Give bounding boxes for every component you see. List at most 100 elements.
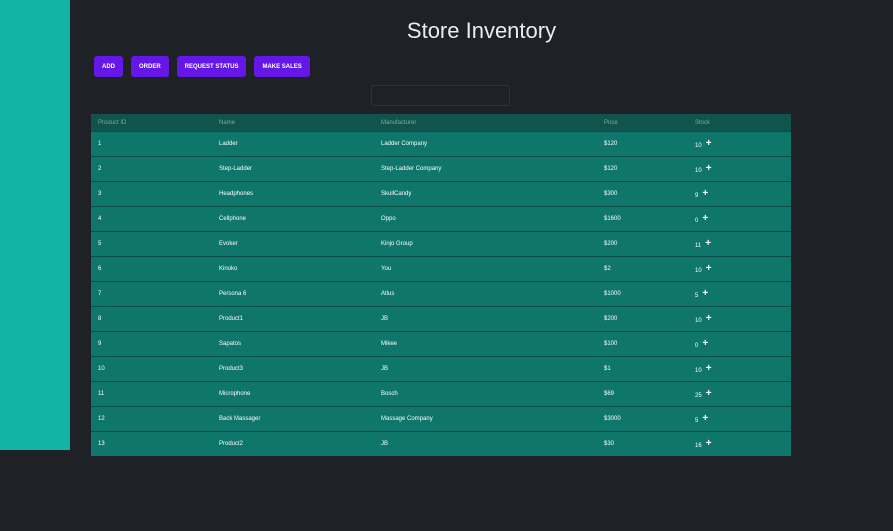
stock-value: 11: [695, 242, 702, 249]
cell-price: $1600: [597, 206, 688, 232]
cell-stock: 0 +: [688, 206, 791, 232]
cell-product-id: 8: [91, 306, 212, 332]
cell-product-id: 6: [91, 256, 212, 282]
table-row: 9 Sapatos Mikee $100 0 +: [91, 331, 791, 357]
plus-icon[interactable]: +: [702, 189, 708, 199]
cell-manufacturer: Bosch: [374, 381, 597, 407]
cell-price: $30: [597, 431, 688, 456]
plus-icon[interactable]: +: [702, 339, 708, 349]
table-row: 7 Persona 6 Atlus $1000 5 +: [91, 281, 791, 307]
search-input[interactable]: [371, 85, 510, 106]
stock-value: 0: [695, 217, 699, 224]
plus-icon[interactable]: +: [706, 314, 712, 324]
cell-price: $100: [597, 331, 688, 357]
cell-stock: 25 +: [688, 381, 791, 407]
cell-price: $120: [597, 156, 688, 182]
plus-icon[interactable]: +: [706, 164, 712, 174]
stock-value: 16: [695, 442, 702, 449]
cell-stock: 11 +: [688, 231, 791, 257]
cell-name: Product1: [212, 306, 374, 332]
table-row: 10 Product3 JB $1 10 +: [91, 356, 791, 382]
inventory-table: Product ID Name Manufacturer Price Stock…: [91, 114, 791, 456]
cell-manufacturer: Massage Company: [374, 406, 597, 432]
cell-manufacturer: JB: [374, 356, 597, 382]
add-button[interactable]: ADD: [94, 56, 123, 77]
stock-value: 10: [695, 167, 702, 174]
cell-product-id: 9: [91, 331, 212, 357]
plus-icon[interactable]: +: [702, 289, 708, 299]
cell-price: $1: [597, 356, 688, 382]
cell-price: $300: [597, 181, 688, 207]
plus-icon[interactable]: +: [702, 414, 708, 424]
stock-value: 25: [695, 392, 702, 399]
cell-price: $200: [597, 306, 688, 332]
cell-name: Cellphone: [212, 206, 374, 232]
table-header-row: Product ID Name Manufacturer Price Stock: [91, 114, 791, 132]
plus-icon[interactable]: +: [706, 264, 712, 274]
cell-product-id: 13: [91, 431, 212, 456]
cell-product-id: 5: [91, 231, 212, 257]
order-button[interactable]: ORDER: [131, 56, 169, 77]
cell-name: Persona 6: [212, 281, 374, 307]
plus-icon[interactable]: +: [706, 389, 712, 399]
cell-manufacturer: SkullCandy: [374, 181, 597, 207]
make-sales-button[interactable]: MAKE SALES: [254, 56, 310, 77]
cell-product-id: 11: [91, 381, 212, 407]
cell-name: Back Massager: [212, 406, 374, 432]
cell-manufacturer: Mikee: [374, 331, 597, 357]
cell-product-id: 10: [91, 356, 212, 382]
cell-manufacturer: Oppo: [374, 206, 597, 232]
cell-stock: 10 +: [688, 131, 791, 157]
cell-name: Product2: [212, 431, 374, 456]
plus-icon[interactable]: +: [706, 139, 712, 149]
header-price: Price: [597, 114, 688, 132]
cell-name: Ladder: [212, 131, 374, 157]
cell-price: $69: [597, 381, 688, 407]
table-row: 6 Kinoko You $2 10 +: [91, 256, 791, 282]
header-manufacturer: Manufacturer: [374, 114, 597, 132]
cell-stock: 16 +: [688, 431, 791, 456]
cell-name: Sapatos: [212, 331, 374, 357]
plus-icon[interactable]: +: [705, 239, 711, 249]
cell-stock: 9 +: [688, 181, 791, 207]
cell-stock: 10 +: [688, 356, 791, 382]
stock-value: 10: [695, 142, 702, 149]
cell-name: Kinoko: [212, 256, 374, 282]
cell-product-id: 1: [91, 131, 212, 157]
cell-price: $3000: [597, 406, 688, 432]
table-row: 8 Product1 JB $200 10 +: [91, 306, 791, 332]
cell-name: Step-Ladder: [212, 156, 374, 182]
cell-product-id: 2: [91, 156, 212, 182]
cell-product-id: 7: [91, 281, 212, 307]
stock-value: 10: [695, 267, 702, 274]
request-status-button[interactable]: REQUEST STATUS: [176, 56, 247, 77]
table-row: 2 Step-Ladder Step-Ladder Company $120 10 +: [91, 156, 791, 182]
plus-icon[interactable]: +: [702, 214, 708, 224]
stock-value: 9: [695, 192, 699, 199]
cell-stock: 5 +: [688, 281, 791, 307]
cell-stock: 0 +: [688, 331, 791, 357]
table-row: 13 Product2 JB $30 16 +: [91, 431, 791, 456]
plus-icon[interactable]: +: [706, 439, 712, 449]
table-row: 3 Headphones SkullCandy $300 9 +: [91, 181, 791, 207]
plus-icon[interactable]: +: [706, 364, 712, 374]
table-row: 4 Cellphone Oppo $1600 0 +: [91, 206, 791, 232]
cell-name: Product3: [212, 356, 374, 382]
cell-product-id: 3: [91, 181, 212, 207]
cell-stock: 5 +: [688, 406, 791, 432]
cell-name: Headphones: [212, 181, 374, 207]
stock-value: 5: [695, 417, 699, 424]
cell-stock: 10 +: [688, 306, 791, 332]
cell-manufacturer: Step-Ladder Company: [374, 156, 597, 182]
cell-stock: 10 +: [688, 156, 791, 182]
table-row: 1 Ladder Ladder Company $120 10 +: [91, 131, 791, 157]
header-stock: Stock: [688, 114, 791, 132]
header-product-id: Product ID: [91, 114, 212, 132]
page-title: Store Inventory: [406, 18, 557, 43]
cell-product-id: 4: [91, 206, 212, 232]
cell-manufacturer: JB: [374, 306, 597, 332]
cell-price: $200: [597, 231, 688, 257]
table-row: 5 Evoker Kinjo Group $200 11 +: [91, 231, 791, 257]
cell-name: Microphone: [212, 381, 374, 407]
stock-value: 10: [695, 317, 702, 324]
